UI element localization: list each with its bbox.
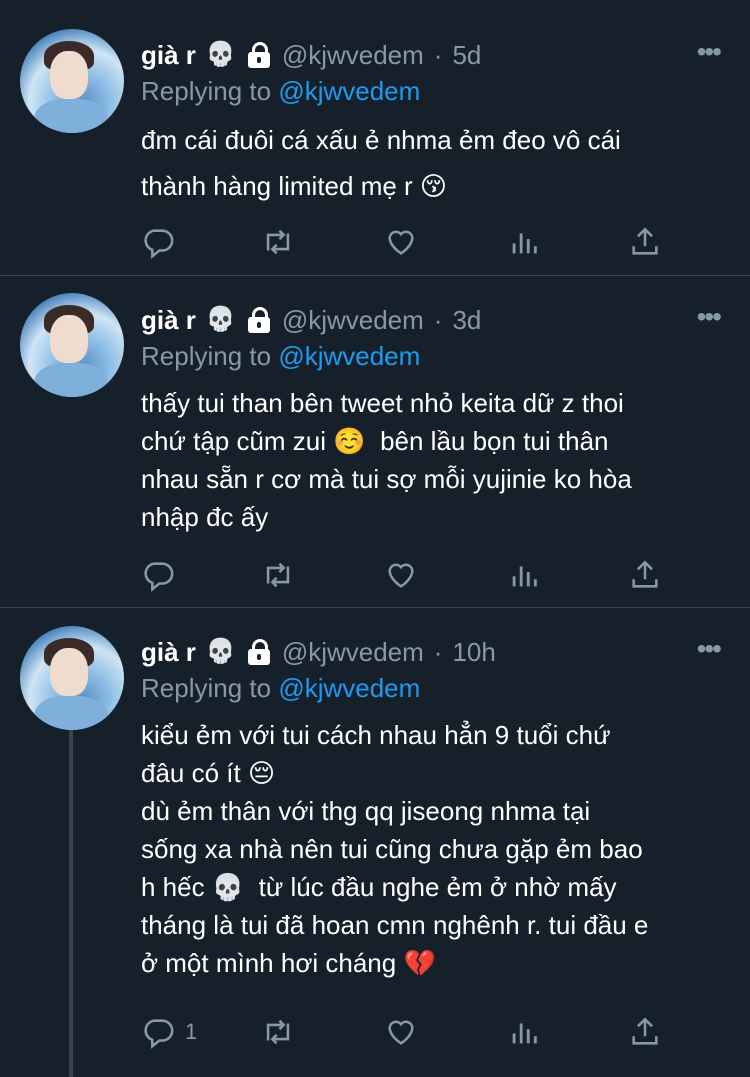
display-name[interactable]: già r bbox=[141, 39, 196, 71]
analytics-button[interactable] bbox=[507, 222, 541, 262]
like-icon bbox=[388, 563, 414, 588]
more-icon[interactable]: ••• bbox=[697, 303, 722, 331]
skull-emoji: 💀 bbox=[205, 306, 236, 333]
timestamp[interactable]: 3d bbox=[452, 304, 481, 336]
reply-icon bbox=[144, 562, 174, 592]
separator: · bbox=[433, 40, 443, 70]
analytics-icon bbox=[512, 233, 537, 254]
avatar-body-shape bbox=[34, 363, 108, 397]
reply-button[interactable]: 1 bbox=[141, 1012, 197, 1052]
tweet-text: kiểu ẻm với tui cách nhau hẳn 9 tuổi chứ… bbox=[141, 720, 649, 978]
share-button[interactable] bbox=[628, 555, 662, 595]
reply-count: 1 bbox=[185, 1019, 198, 1044]
lock-icon bbox=[246, 307, 272, 333]
reply-icon bbox=[144, 1019, 174, 1049]
separator: · bbox=[433, 637, 443, 667]
tweet[interactable]: già r 💀 @kjwvedem · 5d ••• Replying to @… bbox=[0, 0, 750, 276]
action-bar bbox=[0, 555, 750, 595]
retweet-button[interactable] bbox=[261, 222, 305, 262]
share-icon bbox=[632, 1017, 658, 1045]
analytics-icon bbox=[512, 1023, 537, 1044]
like-button[interactable] bbox=[384, 222, 428, 262]
tweet[interactable]: già r 💀 @kjwvedem · 10h ••• Replying to … bbox=[0, 608, 750, 1077]
action-bar bbox=[0, 222, 750, 262]
replying-prefix: Replying to bbox=[141, 673, 272, 703]
analytics-button[interactable] bbox=[507, 1012, 541, 1052]
tweet[interactable]: già r 💀 @kjwvedem · 3d ••• Replying to @… bbox=[0, 276, 750, 608]
share-icon bbox=[632, 560, 658, 588]
action-bar: 1 bbox=[0, 1012, 750, 1052]
share-button[interactable] bbox=[628, 222, 662, 262]
like-icon bbox=[388, 230, 414, 255]
reply-button[interactable] bbox=[141, 555, 185, 595]
skull-emoji: 💀 bbox=[205, 638, 236, 665]
avatar-body-shape bbox=[34, 99, 108, 133]
thread-connector-line bbox=[69, 730, 73, 1077]
mention-link[interactable]: @kjwvedem bbox=[278, 673, 420, 703]
mention-link[interactable]: @kjwvedem bbox=[278, 76, 420, 106]
like-button[interactable] bbox=[384, 1012, 428, 1052]
display-name[interactable]: già r bbox=[141, 636, 196, 668]
replying-prefix: Replying to bbox=[141, 76, 272, 106]
tweet-header: già r 💀 @kjwvedem · 10h bbox=[141, 636, 496, 668]
avatar-face-shape bbox=[50, 648, 88, 696]
reply-button[interactable] bbox=[141, 222, 185, 262]
avatar[interactable] bbox=[20, 29, 124, 133]
replying-to: Replying to @kjwvedem bbox=[141, 340, 420, 372]
replying-to: Replying to @kjwvedem bbox=[141, 672, 420, 704]
reply-icon bbox=[144, 229, 174, 259]
retweet-button[interactable] bbox=[261, 1012, 305, 1052]
analytics-button[interactable] bbox=[507, 555, 541, 595]
tweet-header: già r 💀 @kjwvedem · 3d bbox=[141, 304, 481, 336]
timestamp[interactable]: 5d bbox=[452, 39, 481, 71]
skull-emoji: 💀 bbox=[205, 41, 236, 68]
like-button[interactable] bbox=[384, 555, 428, 595]
mention-link[interactable]: @kjwvedem bbox=[278, 341, 420, 371]
share-icon bbox=[632, 227, 658, 255]
separator: · bbox=[433, 305, 443, 335]
analytics-icon bbox=[512, 566, 537, 587]
lock-icon bbox=[246, 42, 272, 68]
share-button[interactable] bbox=[628, 1012, 662, 1052]
lock-icon bbox=[246, 639, 272, 665]
avatar-face-shape bbox=[50, 51, 88, 99]
timestamp[interactable]: 10h bbox=[452, 636, 495, 668]
replying-prefix: Replying to bbox=[141, 341, 272, 371]
retweet-icon bbox=[266, 562, 290, 588]
retweet-icon bbox=[266, 229, 290, 255]
user-handle[interactable]: @kjwvedem bbox=[282, 304, 424, 336]
like-icon bbox=[388, 1020, 414, 1045]
avatar[interactable] bbox=[20, 626, 124, 730]
avatar-face-shape bbox=[50, 315, 88, 363]
retweet-icon bbox=[266, 1019, 290, 1045]
more-icon[interactable]: ••• bbox=[697, 635, 722, 663]
avatar[interactable] bbox=[20, 293, 124, 397]
user-handle[interactable]: @kjwvedem bbox=[282, 39, 424, 71]
avatar-body-shape bbox=[34, 696, 108, 730]
tweet-text: đm cái đuôi cá xấu ẻ nhma ẻm đeo vô cái … bbox=[141, 125, 621, 201]
display-name[interactable]: già r bbox=[141, 304, 196, 336]
tweet-header: già r 💀 @kjwvedem · 5d bbox=[141, 39, 481, 71]
replying-to: Replying to @kjwvedem bbox=[141, 75, 420, 107]
tweet-text: thấy tui than bên tweet nhỏ keita dữ z t… bbox=[141, 388, 632, 532]
user-handle[interactable]: @kjwvedem bbox=[282, 636, 424, 668]
more-icon[interactable]: ••• bbox=[697, 38, 722, 66]
retweet-button[interactable] bbox=[261, 555, 305, 595]
